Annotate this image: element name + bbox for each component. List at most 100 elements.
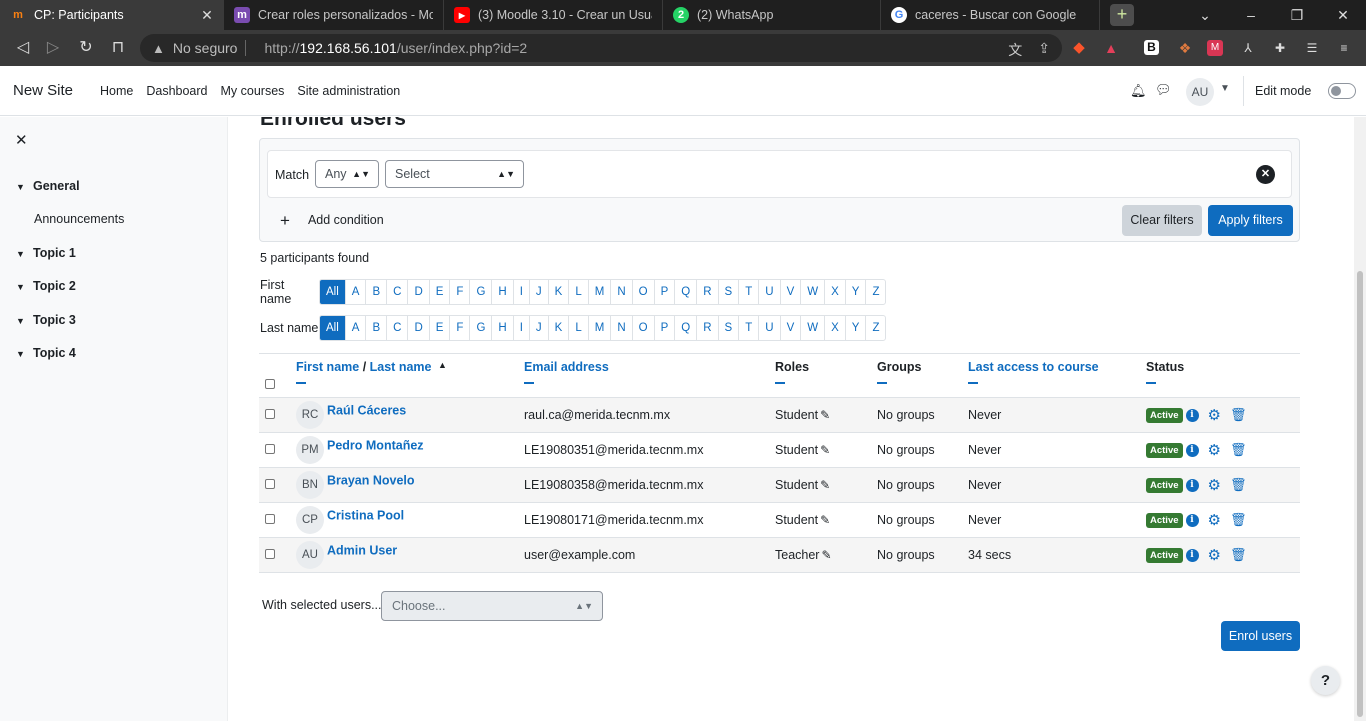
last-name-initial-b[interactable]: B (366, 316, 388, 340)
last-name-initial-i[interactable]: I (514, 316, 530, 340)
browser-tab-2[interactable]: ▶ (3) Moodle 3.10 - Crear un Usuario (444, 0, 663, 30)
chevron-down-icon[interactable]: ▼ (16, 249, 28, 259)
sort-email-link[interactable]: Email address (524, 360, 609, 374)
first-name-initial-n[interactable]: N (611, 280, 633, 304)
chevron-down-icon[interactable]: ▼ (16, 316, 28, 326)
first-name-initial-h[interactable]: H (492, 280, 514, 304)
user-name-link[interactable]: Admin User (327, 543, 397, 557)
sort-last-name-link[interactable]: Last name (370, 360, 432, 374)
remove-condition-icon[interactable]: ✕ (1256, 165, 1275, 184)
first-name-initial-all[interactable]: All (320, 280, 346, 304)
close-drawer-icon[interactable]: ✕ (15, 131, 28, 149)
last-name-initial-m[interactable]: M (589, 316, 612, 340)
edit-enrolment-gear-icon[interactable]: ⚙ (1208, 476, 1221, 494)
last-name-initial-all[interactable]: All (320, 316, 346, 340)
last-name-initial-q[interactable]: Q (675, 316, 698, 340)
minimize-icon[interactable]: – (1228, 0, 1274, 30)
unenrol-trash-icon[interactable]: 🗑︎ (1230, 512, 1247, 528)
last-name-initial-l[interactable]: L (569, 316, 589, 340)
edit-role-pencil-icon[interactable]: ✎ (820, 443, 830, 457)
warning-icon[interactable]: ▲ (152, 41, 165, 56)
last-name-initial-o[interactable]: O (633, 316, 655, 340)
share-icon[interactable]: ⇪ (1038, 40, 1050, 60)
last-name-initial-h[interactable]: H (492, 316, 514, 340)
last-name-initial-v[interactable]: V (781, 316, 802, 340)
nav-site-administration[interactable]: Site administration (297, 84, 400, 98)
reload-icon[interactable]: ↻ (77, 39, 95, 57)
section-topic-1[interactable]: ▼ Topic 1 (16, 246, 76, 260)
sort-asc-icon[interactable]: ▲ (438, 360, 447, 370)
last-name-initial-z[interactable]: Z (866, 316, 885, 340)
first-name-initial-p[interactable]: P (655, 280, 676, 304)
first-name-initial-g[interactable]: G (470, 280, 493, 304)
nav-dashboard[interactable]: Dashboard (146, 84, 207, 98)
chevron-down-icon[interactable]: ▼ (16, 282, 28, 292)
brave-rewards-icon[interactable]: ▲ (1102, 39, 1120, 57)
collapse-column-icon[interactable] (296, 382, 306, 384)
row-checkbox[interactable] (265, 549, 275, 559)
last-name-initial-s[interactable]: S (719, 316, 740, 340)
site-name[interactable]: New Site (13, 82, 73, 99)
first-name-initial-m[interactable]: M (589, 280, 612, 304)
filter-type-select[interactable]: Select ▲▼ (385, 160, 524, 188)
help-button[interactable]: ? (1311, 666, 1340, 695)
first-name-initial-u[interactable]: U (759, 280, 781, 304)
translate-icon[interactable]: 文 (1008, 40, 1022, 60)
security-label[interactable]: No seguro (173, 40, 238, 56)
last-name-initial-c[interactable]: C (387, 316, 409, 340)
add-condition-button[interactable]: + Add condition (280, 211, 384, 231)
edit-mode-toggle[interactable] (1328, 83, 1356, 99)
activity-announcements[interactable]: Announcements (34, 212, 124, 226)
apply-filters-button[interactable]: Apply filters (1208, 205, 1293, 236)
bookmark-icon[interactable]: ⊓ (109, 39, 127, 57)
clear-filters-button[interactable]: Clear filters (1122, 205, 1202, 236)
edit-role-pencil-icon[interactable]: ✎ (820, 408, 830, 422)
last-name-initial-k[interactable]: K (549, 316, 570, 340)
row-checkbox[interactable] (265, 479, 275, 489)
row-checkbox[interactable] (265, 444, 275, 454)
first-name-initial-f[interactable]: F (450, 280, 471, 304)
browser-menu-icon[interactable]: ≡ (1335, 39, 1353, 57)
row-checkbox[interactable] (265, 514, 275, 524)
close-window-icon[interactable]: ✕ (1320, 0, 1366, 30)
tab-search-chevron-icon[interactable]: ⌄ (1182, 0, 1228, 30)
match-select[interactable]: Any ▲▼ (315, 160, 379, 188)
first-name-initial-b[interactable]: B (366, 280, 388, 304)
first-name-initial-q[interactable]: Q (675, 280, 698, 304)
first-name-initial-z[interactable]: Z (866, 280, 885, 304)
first-name-initial-l[interactable]: L (569, 280, 589, 304)
user-name-link[interactable]: Brayan Novelo (327, 473, 415, 487)
collapse-column-icon[interactable] (1146, 382, 1156, 384)
edit-role-pencil-icon[interactable]: ✎ (820, 478, 830, 492)
unenrol-trash-icon[interactable]: 🗑︎ (1230, 477, 1247, 493)
last-name-initial-f[interactable]: F (450, 316, 471, 340)
extension-m-icon[interactable]: M (1207, 40, 1223, 56)
enrol-users-button[interactable]: Enrol users (1221, 621, 1300, 651)
first-name-initial-i[interactable]: I (514, 280, 530, 304)
last-name-initial-w[interactable]: W (801, 316, 826, 340)
first-name-initial-c[interactable]: C (387, 280, 409, 304)
page-scrollbar[interactable] (1354, 117, 1366, 721)
first-name-initial-k[interactable]: K (549, 280, 570, 304)
first-name-initial-a[interactable]: A (346, 280, 367, 304)
enrolment-info-icon[interactable]: i (1185, 513, 1199, 527)
chevron-down-icon[interactable]: ▼ (16, 349, 28, 359)
back-icon[interactable]: ◁ (14, 39, 32, 57)
reading-list-icon[interactable]: ☰ (1303, 39, 1321, 57)
first-name-initial-v[interactable]: V (781, 280, 802, 304)
enrolment-info-icon[interactable]: i (1185, 408, 1199, 422)
edit-enrolment-gear-icon[interactable]: ⚙ (1208, 511, 1221, 529)
select-all-checkbox[interactable] (265, 379, 275, 389)
brave-shield-icon[interactable]: ◆ (1070, 39, 1088, 57)
enrolment-info-icon[interactable]: i (1185, 443, 1199, 457)
first-name-initial-r[interactable]: R (697, 280, 719, 304)
last-name-initial-x[interactable]: X (825, 316, 846, 340)
with-selected-select[interactable]: Choose... ▲▼ (381, 591, 603, 621)
last-name-initial-p[interactable]: P (655, 316, 676, 340)
nav-my-courses[interactable]: My courses (221, 84, 285, 98)
edit-enrolment-gear-icon[interactable]: ⚙ (1208, 406, 1221, 424)
user-avatar[interactable]: AU (1186, 78, 1214, 106)
sort-last-access-link[interactable]: Last access to course (968, 360, 1099, 374)
maximize-icon[interactable]: ❐ (1274, 0, 1320, 30)
browser-tab-0[interactable]: m CP: Participants ✕ (0, 0, 224, 30)
